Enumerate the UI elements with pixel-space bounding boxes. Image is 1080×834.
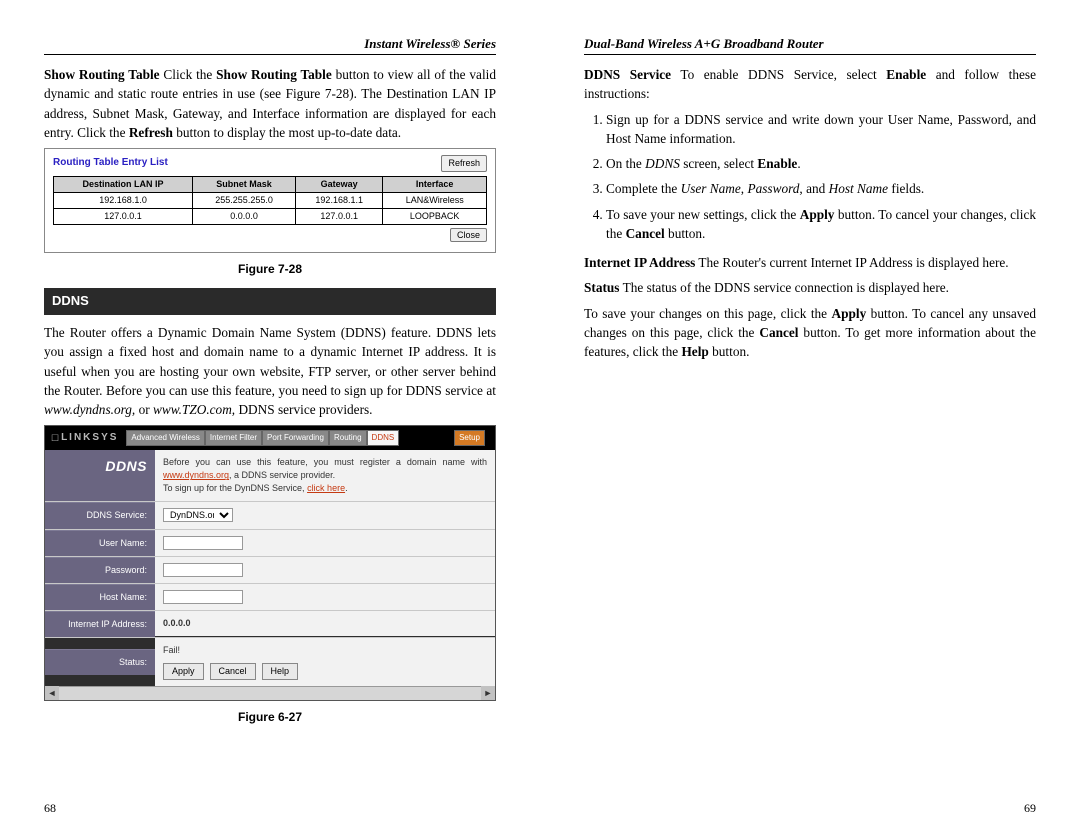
step-3: Complete the User Name, Password, and Ho… [606,179,1036,198]
scroll-right-icon[interactable]: ► [481,686,495,700]
internet-ip-label: Internet IP Address: [45,611,155,637]
horizontal-scrollbar[interactable]: ◄ ► [45,686,495,700]
routing-table-figure: Routing Table Entry List Refresh Destina… [44,148,496,253]
routing-table: Destination LAN IP Subnet Mask Gateway I… [53,176,487,225]
tab-routing[interactable]: Routing [329,430,367,446]
tab-setup[interactable]: Setup [454,430,485,446]
ddns-intro-paragraph: The Router offers a Dynamic Domain Name … [44,323,496,419]
tab-port-forwarding[interactable]: Port Forwarding [262,430,329,446]
help-button[interactable]: Help [262,663,299,680]
dyndns-link[interactable]: www.dyndns.org [163,470,229,480]
figure-caption-728: Figure 7-28 [44,261,496,278]
ddns-section-heading: DDNS [44,288,496,315]
page-header-left: Instant Wireless® Series [44,36,496,55]
tab-internet-filter[interactable]: Internet Filter [205,430,262,446]
ddns-screenshot: ☐ LINKSYS Advanced Wireless Internet Fil… [44,425,496,700]
close-button[interactable]: Close [450,228,487,242]
hostname-field[interactable] [163,590,243,604]
status-paragraph: Status The status of the DDNS service co… [584,278,1036,297]
internet-ip-paragraph: Internet IP Address The Router's current… [584,253,1036,272]
username-field[interactable] [163,536,243,550]
table-row: 127.0.0.1 0.0.0.0 127.0.0.1 LOOPBACK [54,209,487,225]
password-label: Password: [45,557,155,583]
internet-ip-value: 0.0.0.0 [163,618,191,628]
ddns-panel-title: DDNS [45,450,155,501]
scroll-left-icon[interactable]: ◄ [45,686,59,700]
password-field[interactable] [163,563,243,577]
table-row: 192.168.1.0 255.255.255.0 192.168.1.1 LA… [54,193,487,209]
ddns-service-paragraph: DDNS Service To enable DDNS Service, sel… [584,65,1036,104]
figure-caption-627: Figure 6-27 [44,709,496,726]
step-2: On the DDNS screen, select Enable. [606,154,1036,173]
apply-button[interactable]: Apply [163,663,204,680]
page-number-right: 69 [1024,801,1036,816]
step-1: Sign up for a DDNS service and write dow… [606,110,1036,149]
tab-ddns[interactable]: DDNS [367,430,400,446]
linksys-logo: ☐ [51,432,59,445]
status-label: Status: [45,649,155,675]
page-header-right: Dual-Band Wireless A+G Broadband Router [584,36,1036,55]
save-changes-paragraph: To save your changes on this page, click… [584,304,1036,362]
brand-label: LINKSYS [61,431,118,446]
ddns-service-label: DDNS Service: [45,502,155,528]
cancel-button[interactable]: Cancel [210,663,256,680]
router-tabs: Advanced Wireless Internet Filter Port F… [126,430,399,446]
hostname-label: Host Name: [45,584,155,610]
page-number-left: 68 [44,801,56,816]
ddns-note: Before you can use this feature, you mus… [155,450,495,501]
step-4: To save your new settings, click the App… [606,205,1036,244]
routing-table-title: Routing Table Entry List [53,156,168,171]
table-row: Destination LAN IP Subnet Mask Gateway I… [54,177,487,193]
username-label: User Name: [45,530,155,556]
show-routing-paragraph: Show Routing Table Click the Show Routin… [44,65,496,142]
signup-link[interactable]: click here [307,483,345,493]
status-value: Fail! [163,645,180,655]
ddns-service-select[interactable]: DynDNS.org [163,508,233,522]
refresh-button[interactable]: Refresh [441,155,487,172]
tab-advanced-wireless[interactable]: Advanced Wireless [126,430,204,446]
